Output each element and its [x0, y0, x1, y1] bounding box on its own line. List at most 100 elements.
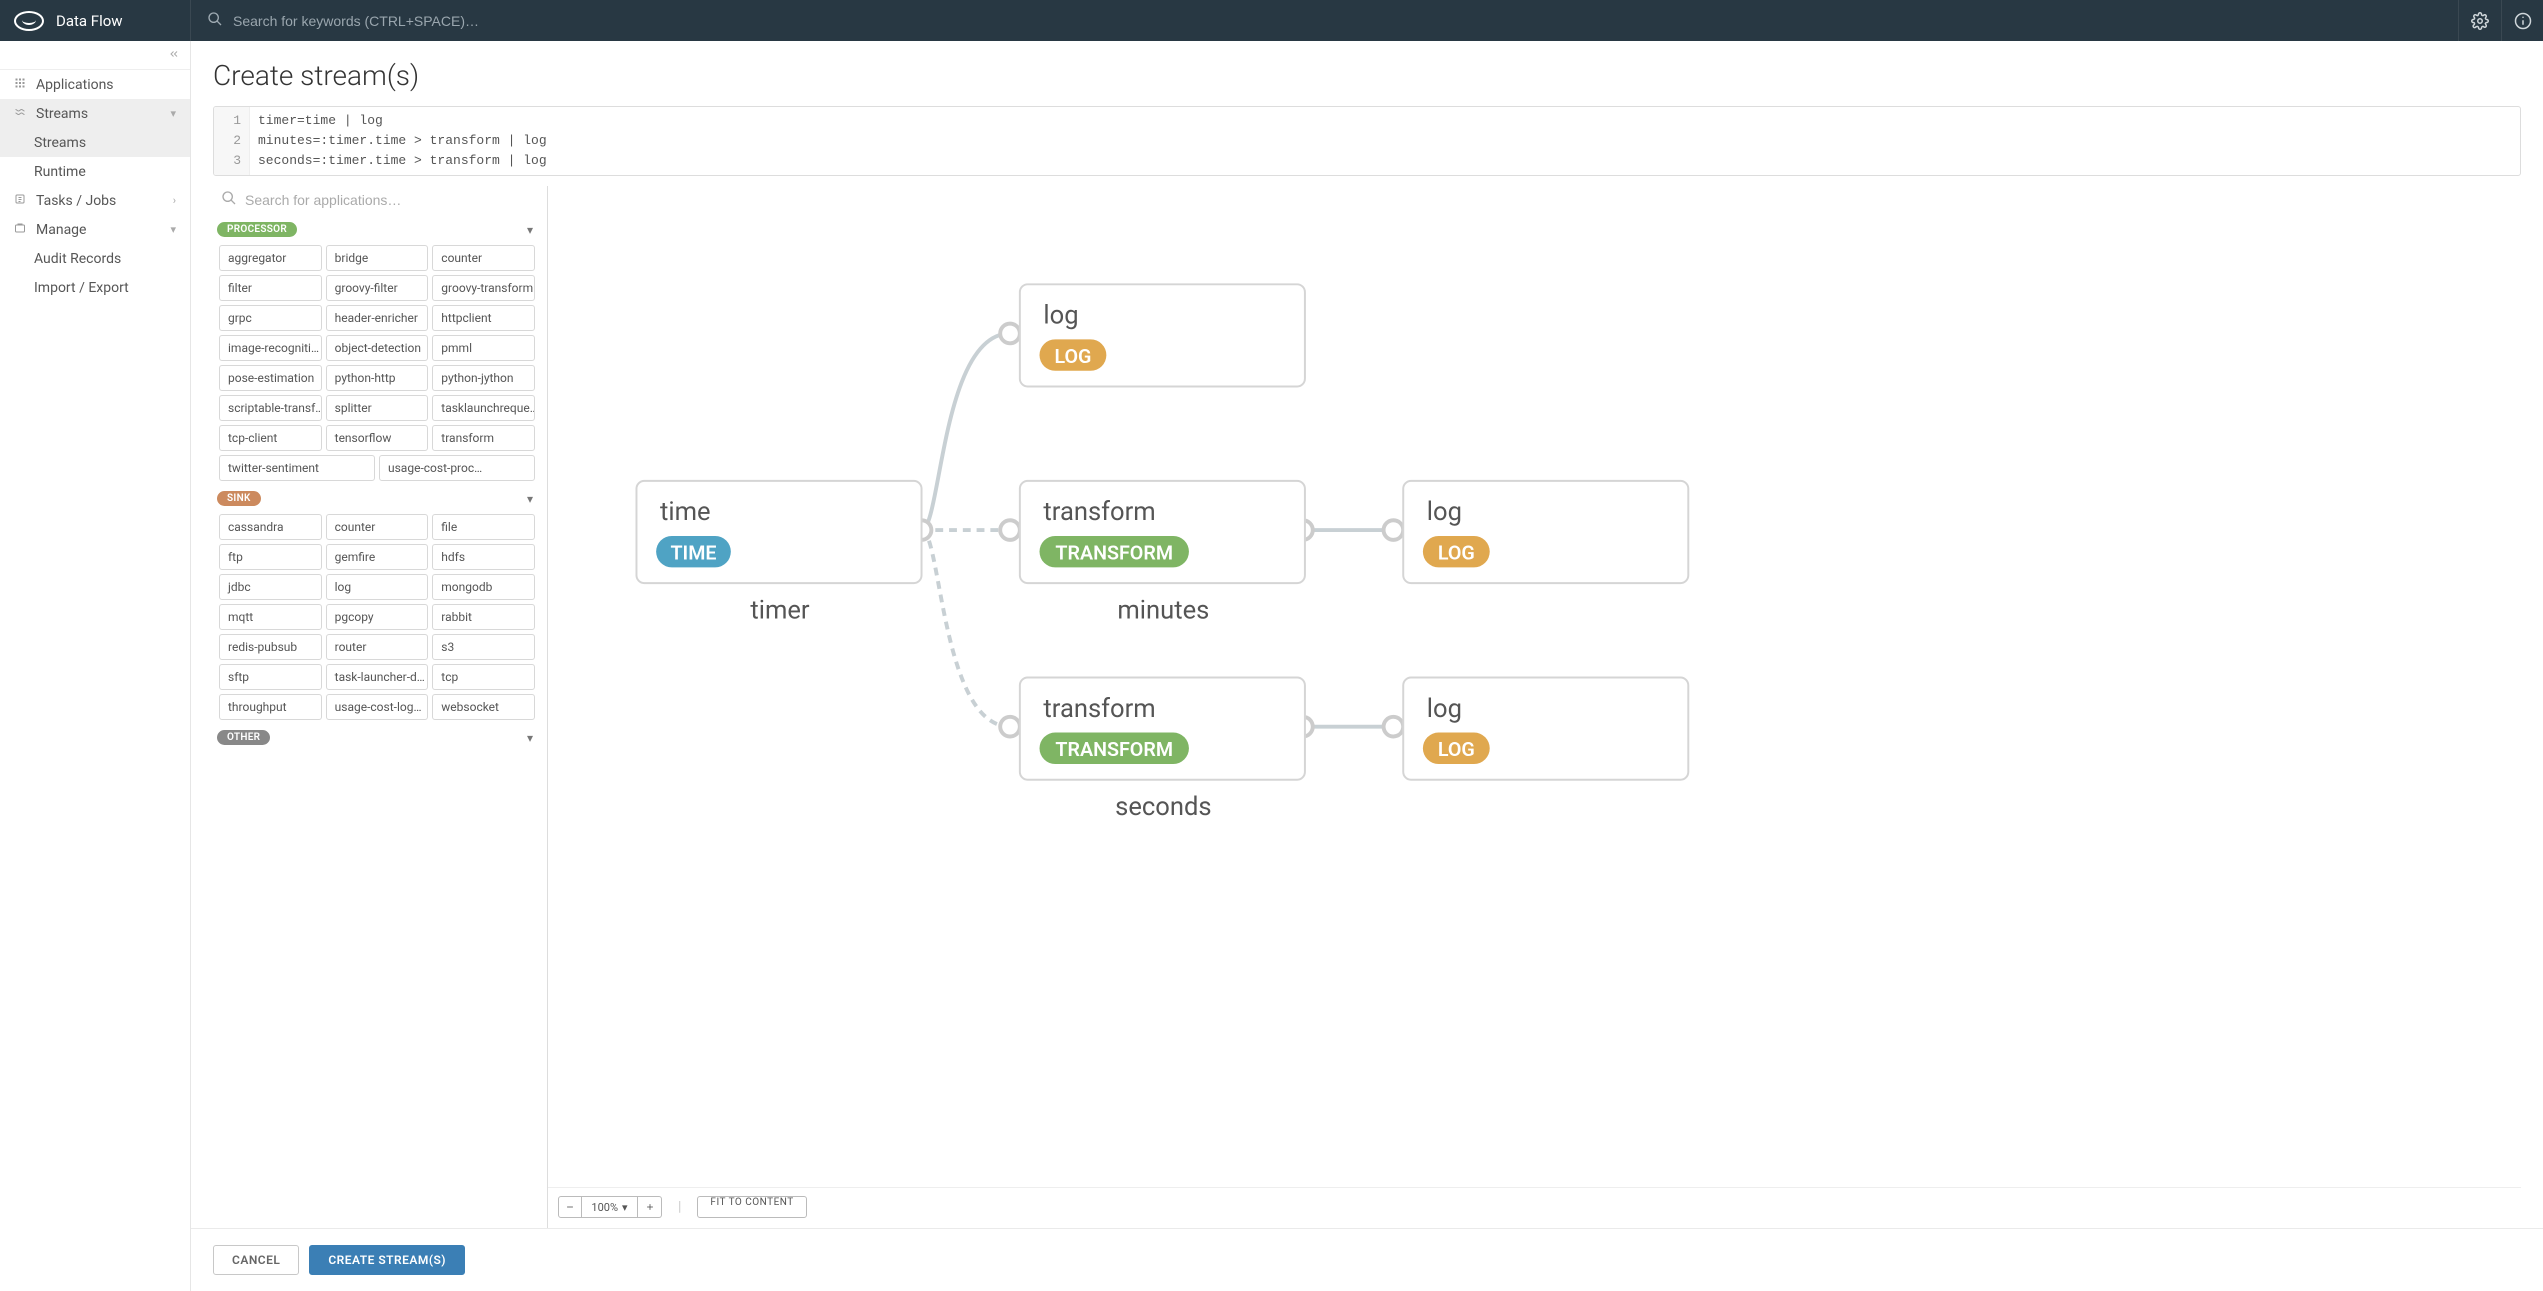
nav-tasks[interactable]: Tasks / Jobs › — [0, 186, 190, 215]
palette-tile[interactable]: tensorflow — [326, 425, 429, 451]
palette-tile[interactable]: file — [432, 514, 535, 540]
palette-tile[interactable]: header-enricher — [326, 305, 429, 331]
chevron-down-icon: ▾ — [170, 223, 176, 236]
cancel-button[interactable]: CANCEL — [213, 1245, 299, 1275]
palette-tile[interactable]: usage-cost-proc… — [379, 455, 535, 481]
palette-tile[interactable]: sftp — [219, 664, 322, 690]
palette-tile[interactable]: transform — [432, 425, 535, 451]
nav-audit-records[interactable]: Audit Records — [0, 244, 190, 273]
palette-scrollarea[interactable]: PROCESSOR▾aggregatorbridgecounterfilterg… — [213, 214, 547, 1228]
node-minutes-log[interactable]: log LOG — [1403, 481, 1688, 583]
palette-tile[interactable]: task-launcher-d… — [326, 664, 429, 690]
palette-tile[interactable]: log — [326, 574, 429, 600]
palette-section-badge: OTHER — [217, 730, 270, 745]
palette-tile[interactable]: groovy-transform — [432, 275, 535, 301]
graph-canvas[interactable]: time TIME timer log LOG — [548, 186, 2521, 1228]
palette-tile[interactable]: ftp — [219, 544, 322, 570]
app-header: Data Flow — [0, 0, 2543, 41]
palette-tile[interactable]: rabbit — [432, 604, 535, 630]
palette-tile[interactable]: gemfire — [326, 544, 429, 570]
palette-tile[interactable]: splitter — [326, 395, 429, 421]
node-minutes-transform[interactable]: transform TRANSFORM — [1020, 481, 1305, 583]
code-lines[interactable]: timer=time | log minutes=:timer.time > t… — [250, 107, 555, 175]
palette-tile[interactable]: pgcopy — [326, 604, 429, 630]
global-search-input[interactable] — [233, 13, 2442, 29]
zoom-level-dropdown[interactable]: 100% ▾ — [582, 1196, 638, 1218]
svg-text:log: log — [1043, 301, 1078, 331]
manage-icon — [14, 222, 28, 238]
palette-section-sink[interactable]: SINK▾ — [213, 483, 541, 512]
sidebar-collapse-row — [0, 41, 190, 70]
palette-tile[interactable]: httpclient — [432, 305, 535, 331]
palette-tile[interactable]: tcp — [432, 664, 535, 690]
chevron-down-icon[interactable]: ▾ — [527, 492, 533, 506]
palette-tile[interactable]: hdfs — [432, 544, 535, 570]
fit-to-content-button[interactable]: FIT TO CONTENT — [697, 1196, 806, 1218]
settings-button[interactable] — [2459, 0, 2501, 41]
palette-tile[interactable]: tasklaunchreque… — [432, 395, 535, 421]
nav-import-export[interactable]: Import / Export — [0, 273, 190, 302]
palette-tile[interactable]: tcp-client — [219, 425, 322, 451]
palette-tile[interactable]: object-detection — [326, 335, 429, 361]
palette-search-row — [213, 186, 547, 214]
chevron-down-icon: ▾ — [170, 107, 176, 120]
create-streams-button[interactable]: CREATE STREAM(S) — [309, 1245, 465, 1275]
palette-tile[interactable]: scriptable-transf… — [219, 395, 322, 421]
sidebar-collapse-button[interactable] — [168, 48, 180, 63]
palette-tile[interactable]: usage-cost-log… — [326, 694, 429, 720]
palette-tile[interactable]: mongodb — [432, 574, 535, 600]
palette-tile[interactable]: cassandra — [219, 514, 322, 540]
svg-text:log: log — [1427, 694, 1462, 724]
palette-tile[interactable]: s3 — [432, 634, 535, 660]
palette-tile[interactable]: pose-estimation — [219, 365, 322, 391]
zoom-in-button[interactable] — [638, 1196, 662, 1218]
header-right — [2459, 0, 2543, 41]
node-seconds-log[interactable]: log LOG — [1403, 678, 1688, 780]
palette-tile[interactable]: grpc — [219, 305, 322, 331]
nav-streams-runtime[interactable]: Runtime — [0, 157, 190, 186]
palette-tile[interactable]: python-jython — [432, 365, 535, 391]
palette-tile[interactable]: image-recogniti… — [219, 335, 322, 361]
palette-search-input[interactable] — [245, 192, 543, 208]
header-search-area — [191, 0, 2459, 41]
svg-text:LOG: LOG — [1438, 542, 1475, 565]
zoom-group: 100% ▾ — [558, 1196, 662, 1218]
main-content: Create stream(s) 123 timer=time | log mi… — [191, 41, 2543, 1291]
palette-tile[interactable]: bridge — [326, 245, 429, 271]
minus-icon — [565, 1202, 575, 1212]
palette-tile[interactable]: groovy-filter — [326, 275, 429, 301]
nav-manage[interactable]: Manage ▾ — [0, 215, 190, 244]
app-logo-icon — [14, 11, 44, 31]
palette-tile[interactable]: aggregator — [219, 245, 322, 271]
palette-section-other[interactable]: OTHER ▾ — [213, 722, 541, 751]
palette-tile[interactable]: jdbc — [219, 574, 322, 600]
node-log-orphan[interactable]: log LOG — [1020, 284, 1305, 386]
palette-tile[interactable]: router — [326, 634, 429, 660]
chevron-down-icon[interactable]: ▾ — [527, 223, 533, 237]
nav-streams-streams[interactable]: Streams — [0, 128, 190, 157]
info-button[interactable] — [2501, 0, 2543, 41]
code-line: seconds=:timer.time > transform | log — [258, 151, 547, 171]
palette-section-processor[interactable]: PROCESSOR ▾ — [213, 214, 541, 243]
svg-text:transform: transform — [1043, 694, 1155, 724]
palette-tile[interactable]: counter — [326, 514, 429, 540]
palette-tile[interactable]: twitter-sentiment — [219, 455, 375, 481]
node-time[interactable]: time TIME — [636, 481, 921, 583]
chevron-double-left-icon — [168, 48, 180, 60]
palette-section-badge: PROCESSOR — [217, 222, 297, 237]
nav-applications[interactable]: Applications — [0, 70, 190, 99]
palette-tile[interactable]: websocket — [432, 694, 535, 720]
zoom-out-button[interactable] — [558, 1196, 582, 1218]
node-seconds-transform[interactable]: transform TRANSFORM — [1020, 678, 1305, 780]
palette-tile[interactable]: mqtt — [219, 604, 322, 630]
palette-tile[interactable]: throughput — [219, 694, 322, 720]
nav-streams[interactable]: Streams ▾ — [0, 99, 190, 128]
sidebar: Applications Streams ▾ Streams Runtime T… — [0, 41, 191, 1291]
chevron-down-icon[interactable]: ▾ — [527, 731, 533, 745]
palette-tile[interactable]: filter — [219, 275, 322, 301]
palette-tile[interactable]: pmml — [432, 335, 535, 361]
dsl-editor[interactable]: 123 timer=time | log minutes=:timer.time… — [213, 106, 2521, 176]
palette-tile[interactable]: counter — [432, 245, 535, 271]
palette-tile[interactable]: redis-pubsub — [219, 634, 322, 660]
palette-tile[interactable]: python-http — [326, 365, 429, 391]
